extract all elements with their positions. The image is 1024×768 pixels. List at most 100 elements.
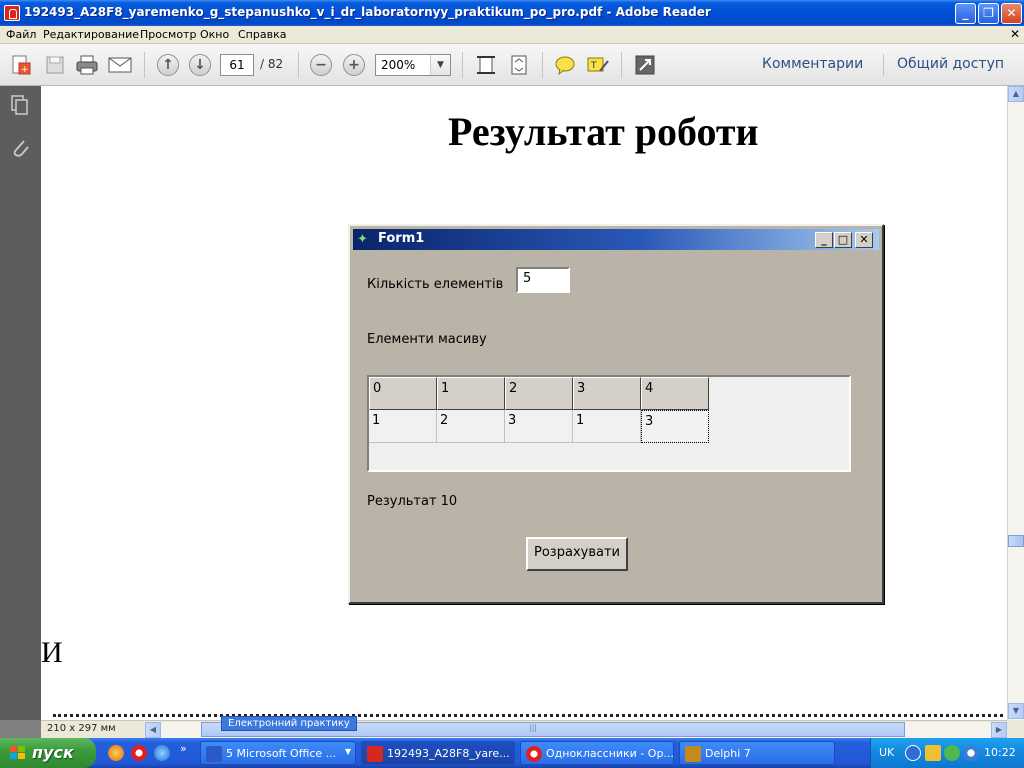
print-icon[interactable] [74, 52, 100, 78]
calculate-button: Розрахувати [526, 537, 628, 571]
start-button[interactable]: пуск [0, 738, 96, 768]
grid-header-cell: 0 [369, 377, 437, 410]
previous-page-icon[interactable]: ↑ [155, 52, 181, 78]
count-label: Кількість елементів [367, 277, 504, 292]
expand-icon[interactable] [632, 52, 658, 78]
window-title: 192493_A28F8_yaremenko_g_stepanushko_v_i… [24, 5, 711, 19]
zoom-out-icon[interactable]: − [308, 52, 334, 78]
opera-icon [526, 746, 542, 762]
grid-header-cell: 1 [437, 377, 505, 410]
scroll-down-icon[interactable]: ▼ [1008, 703, 1024, 719]
delphi-icon [685, 746, 701, 762]
grid-data-cell: 2 [437, 410, 505, 443]
window-title-bar[interactable]: 192493_A28F8_yaremenko_g_stepanushko_v_i… [0, 0, 1024, 26]
form1-title: Form1 [378, 231, 425, 246]
document-view[interactable]: Результат роботи ✦ Form1 _ □ ✕ Кількість… [41, 86, 1007, 720]
scroll-up-icon[interactable]: ▲ [1008, 86, 1024, 102]
toolbar-separator [621, 52, 622, 78]
highlight-text-icon[interactable]: T [585, 52, 611, 78]
create-pdf-icon[interactable]: + [8, 52, 34, 78]
grid-data-cell-selected: 3 [641, 410, 709, 443]
scroll-left-icon[interactable]: ◀ [145, 722, 161, 738]
scrollbar-corner [1007, 720, 1024, 738]
toolbar-separator [144, 52, 145, 78]
pdf-icon [367, 746, 383, 762]
menu-file[interactable]: Файл [6, 28, 36, 41]
clock: 10:22 [984, 746, 1016, 759]
start-label: пуск [32, 743, 74, 762]
toolbar: + ↑ ↓ 61 / 82 − + 200% ▼ T Комментарии О… [0, 44, 1024, 86]
next-page-icon[interactable]: ↓ [187, 52, 213, 78]
fit-width-icon[interactable] [473, 52, 499, 78]
zoom-in-icon[interactable]: + [341, 52, 367, 78]
quicklaunch-browser-icon[interactable] [108, 745, 124, 761]
page-text-fragment: И [41, 636, 63, 669]
share-link[interactable]: Общий доступ [897, 56, 1004, 72]
quicklaunch-ie-icon[interactable] [154, 745, 170, 761]
pages-icon[interactable] [9, 94, 31, 118]
chevron-down-icon: ▼ [344, 747, 351, 756]
page-number-input[interactable]: 61 [220, 54, 254, 76]
email-icon[interactable] [107, 52, 133, 78]
menu-window[interactable]: Окно [200, 28, 229, 41]
quicklaunch-overflow-icon[interactable]: » [180, 742, 187, 755]
attachments-icon[interactable] [9, 136, 31, 160]
form1-maximize-button: □ [834, 232, 852, 248]
tray-network-icon[interactable] [925, 745, 941, 761]
form1-title-bar: ✦ Form1 _ □ ✕ [353, 229, 879, 250]
fit-page-icon[interactable] [506, 52, 532, 78]
count-input: 5 [516, 267, 570, 293]
form1-close-button: ✕ [855, 232, 873, 248]
task-label: Delphi 7 [705, 747, 751, 760]
zoom-value: 200% [381, 58, 416, 72]
menu-help[interactable]: Справка [238, 28, 286, 41]
menu-edit[interactable]: Редактирование [43, 28, 139, 41]
status-bar: 210 x 297 мм ◀ ▶ [41, 720, 1007, 738]
comments-link[interactable]: Комментарии [762, 56, 863, 72]
menu-view[interactable]: Просмотр [140, 28, 196, 41]
svg-text:T: T [590, 61, 597, 71]
form1-minimize-button: _ [815, 232, 833, 248]
grid-header-cell: 4 [641, 377, 709, 410]
taskbar-tooltip: Електронний практику [221, 716, 357, 731]
save-icon[interactable] [42, 52, 68, 78]
vertical-scrollbar[interactable]: ▲ ▼ [1007, 86, 1024, 720]
scroll-right-icon[interactable]: ▶ [991, 722, 1007, 738]
language-indicator[interactable]: UK [879, 746, 894, 759]
page-heading: Результат роботи [448, 109, 759, 154]
grid-data-cell: 3 [505, 410, 573, 443]
system-tray: UK 10:22 [870, 738, 1024, 768]
elements-label: Елементи масиву [367, 332, 487, 347]
page-size-label: 210 x 297 мм [47, 723, 116, 734]
svg-text:+: + [21, 65, 29, 75]
taskbar-item-word[interactable]: 5 Microsoft Office ... ▼ [200, 741, 356, 765]
page-count: / 82 [260, 57, 284, 71]
toolbar-separator [462, 52, 463, 78]
adobe-reader-icon [4, 5, 20, 21]
toolbar-separator [883, 54, 884, 76]
taskbar: пуск » 5 Microsoft Office ... ▼ 192493_A… [0, 738, 1024, 768]
comment-icon[interactable] [552, 52, 578, 78]
tray-expand-icon[interactable] [905, 745, 921, 761]
taskbar-item-opera[interactable]: Одноклассники - Op... [520, 741, 674, 765]
quicklaunch-opera-icon[interactable] [131, 745, 147, 761]
tray-security-icon[interactable] [944, 745, 960, 761]
document-close-icon[interactable]: ✕ [1010, 27, 1020, 41]
tray-app-icon[interactable] [963, 745, 979, 761]
close-button[interactable]: ✕ [1001, 3, 1022, 24]
word-icon [206, 746, 222, 762]
task-label: Одноклассники - Op... [546, 747, 674, 760]
grid-header-cell: 2 [505, 377, 573, 410]
minimize-button[interactable]: _ [955, 3, 976, 24]
taskbar-item-adobe-reader[interactable]: 192493_A28F8_yare... [361, 741, 515, 765]
zoom-select[interactable]: 200% ▼ [375, 54, 451, 76]
windows-logo-icon [10, 746, 26, 760]
scroll-thumb[interactable] [1008, 535, 1024, 547]
grid-header-cell: 3 [573, 377, 641, 410]
taskbar-item-delphi[interactable]: Delphi 7 [679, 741, 835, 765]
chevron-down-icon[interactable]: ▼ [430, 55, 450, 75]
task-label: 192493_A28F8_yare... [387, 747, 510, 760]
task-label: 5 Microsoft Office ... [226, 747, 337, 760]
delphi-app-icon: ✦ [357, 232, 368, 247]
restore-button[interactable]: ❐ [978, 3, 999, 24]
